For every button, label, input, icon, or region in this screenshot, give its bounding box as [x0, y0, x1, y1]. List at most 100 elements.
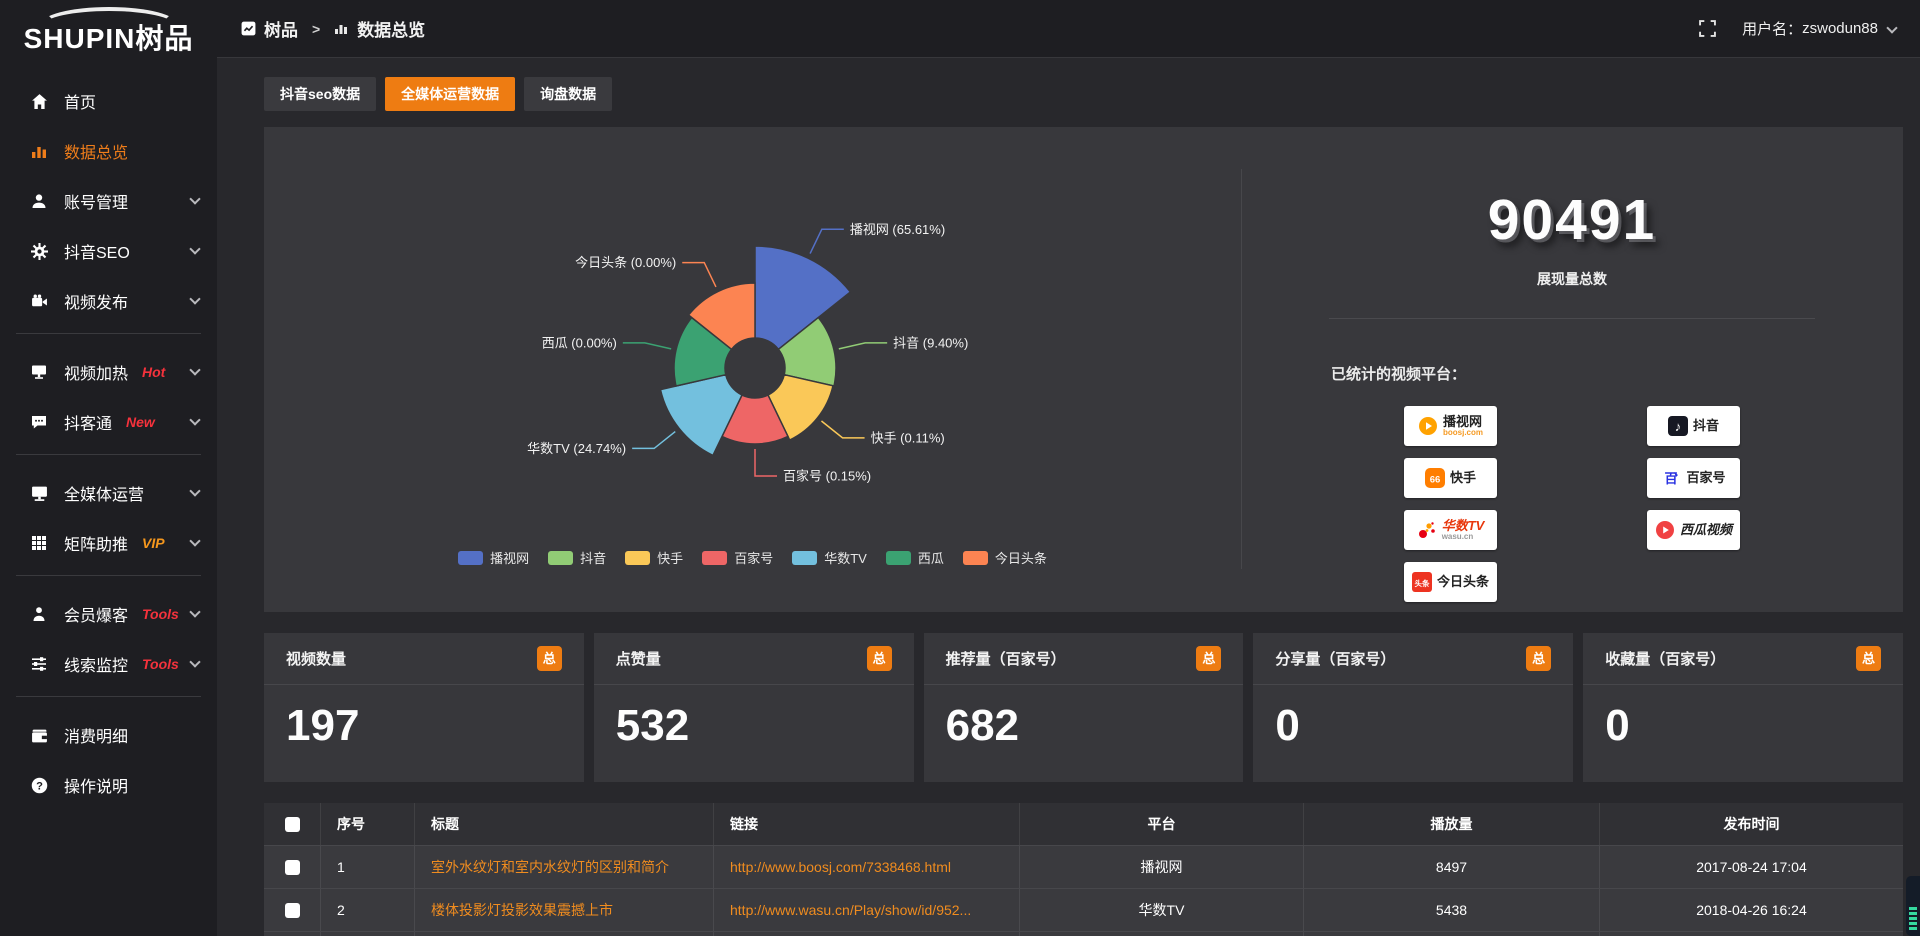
sidebar-item-video-publish[interactable]: 视频发布 [0, 279, 217, 323]
toutiao-icon: 头条 [1412, 572, 1432, 592]
stat-card-recommend: 推荐量（百家号）总 682 [924, 633, 1244, 782]
tab-omnimedia-data[interactable]: 全媒体运营数据 [385, 77, 515, 111]
tab-inquiry-data[interactable]: 询盘数据 [524, 77, 612, 111]
legend-swatch [625, 551, 650, 565]
pie-sector-华数TV[interactable] [660, 375, 742, 456]
row-checkbox[interactable] [285, 903, 300, 918]
legend-swatch [548, 551, 573, 565]
stat-cards-row: 视频数量总 197 点赞量总 532 推荐量（百家号）总 682 分享量（百家号… [264, 633, 1903, 782]
gear-icon [30, 242, 48, 260]
pie-label-line [632, 432, 675, 449]
row-platform: 华数TV [1020, 889, 1304, 931]
pie-label-line [821, 421, 864, 438]
fullscreen-icon[interactable] [1699, 20, 1716, 37]
legend-label: 百家号 [734, 548, 773, 567]
select-all-checkbox[interactable] [285, 817, 300, 832]
legend-item-快手[interactable]: 快手 [625, 548, 683, 567]
sidebar-item-spend-detail[interactable]: 消费明细 [0, 713, 217, 757]
xigua-icon [1655, 520, 1675, 540]
logo-text: SHUPIN树品 [0, 17, 217, 57]
video-title-link[interactable]: 楼体投影灯投影效果震撼上市 [415, 889, 714, 931]
sidebar-item-matrix-boost[interactable]: 矩阵助推 VIP [0, 521, 217, 565]
platform-badge-wasu: 华数TVwasu.cn [1404, 510, 1497, 550]
sidebar-item-label: 会员爆客 [64, 602, 128, 626]
sidebar-item-data-overview[interactable]: 数据总览 [0, 129, 217, 173]
pie-label: 西瓜 (0.00%) [542, 335, 617, 350]
legend-item-百家号[interactable]: 百家号 [702, 548, 773, 567]
pie-label-line [682, 263, 716, 287]
stat-value: 0 [1253, 685, 1573, 751]
legend-item-抖音[interactable]: 抖音 [548, 548, 606, 567]
chat-widget[interactable] [1906, 876, 1920, 936]
row-platform: 播视网 [1020, 846, 1304, 888]
legend-item-西瓜[interactable]: 西瓜 [886, 548, 944, 567]
home-icon [30, 92, 48, 110]
legend-item-播视网[interactable]: 播视网 [458, 548, 529, 567]
legend-swatch [458, 551, 483, 565]
legend-label: 今日头条 [995, 548, 1047, 567]
sidebar-item-member-baoke[interactable]: 会员爆客 Tools [0, 592, 217, 636]
col-header-time: 发布时间 [1600, 803, 1903, 845]
sidebar-item-label: 矩阵助推 [64, 531, 128, 555]
grid-icon [30, 534, 48, 552]
stat-card-shares: 分享量（百家号）总 0 [1253, 633, 1573, 782]
boosj-icon [1418, 416, 1438, 436]
stat-value: 0 [1583, 685, 1903, 751]
impressions-total-value: 90491 [1241, 187, 1903, 253]
chart-legend: 播视网抖音 快手 百家号华数TV 西瓜 今日头条 [264, 548, 1241, 567]
sidebar-item-doketong[interactable]: 抖客通 New [0, 400, 217, 444]
sidebar-divider [16, 696, 201, 697]
sidebar-item-omnimedia[interactable]: 全媒体运营 [0, 471, 217, 515]
topbar: 树品 > 数据总览 用户名： zswodun88 [217, 0, 1920, 58]
row-plays: 5438 [1304, 889, 1600, 931]
legend-item-华数TV[interactable]: 华数TV [792, 548, 867, 567]
svg-text:♪: ♪ [1675, 419, 1682, 434]
sidebar-item-label: 操作说明 [64, 773, 128, 797]
video-url-link[interactable]: http://www.boosj.com/7338468.html [714, 846, 1020, 888]
breadcrumb-current[interactable]: 数据总览 [357, 16, 425, 41]
pie-label: 华数TV (24.74%) [527, 441, 626, 456]
sidebar-item-label: 数据总览 [64, 139, 128, 163]
sidebar-item-video-heat[interactable]: 视频加热 Hot [0, 350, 217, 394]
breadcrumb-home[interactable]: 树品 [264, 16, 298, 41]
impressions-total-label: 展现量总数 [1241, 269, 1903, 289]
sidebar-item-douyin-seo[interactable]: 抖音SEO [0, 229, 217, 273]
sidebar-item-lead-monitor[interactable]: 线索监控 Tools [0, 642, 217, 686]
legend-label: 快手 [657, 548, 683, 567]
platform-badge-xigua: 西瓜视频 [1647, 510, 1740, 550]
total-badge: 总 [1196, 646, 1221, 671]
person-icon [30, 605, 48, 623]
stat-value: 682 [924, 685, 1244, 751]
table-row: 1 室外水纹灯和室内水纹灯的区别和简介 http://www.boosj.com… [264, 846, 1903, 889]
chat-bubble-icon [30, 413, 48, 431]
total-badge: 总 [867, 646, 892, 671]
sidebar-divider [16, 575, 201, 576]
pie-label-line [623, 343, 671, 349]
video-title-link[interactable]: 室外水纹灯和室内水纹灯的区别和简介 [415, 846, 714, 888]
col-header-plays: 播放量 [1304, 803, 1600, 845]
row-checkbox[interactable] [285, 860, 300, 875]
sidebar-item-label: 视频发布 [64, 289, 128, 313]
app-icon [241, 21, 256, 36]
table-header-row: 序号 标题 链接 平台 播放量 发布时间 [264, 803, 1903, 846]
legend-label: 播视网 [490, 548, 529, 567]
tab-douyin-seo-data[interactable]: 抖音seo数据 [264, 77, 376, 111]
rose-pie-chart: 播视网 (65.61%)抖音 (9.40%)快手 (0.11%)百家号 (0.1… [264, 127, 1241, 612]
tools-badge: Tools [142, 606, 179, 622]
sidebar-item-label: 首页 [64, 89, 96, 113]
sidebar-divider [16, 333, 201, 334]
pie-label-line [810, 229, 844, 253]
user-menu[interactable]: 用户名： zswodun88 [1742, 18, 1896, 39]
chevron-down-icon [189, 243, 200, 254]
stat-card-video-count: 视频数量总 197 [264, 633, 584, 782]
sidebar-item-home[interactable]: 首页 [0, 79, 217, 123]
summary-divider [1329, 318, 1815, 319]
video-url-link[interactable]: http://www.wasu.cn/Play/show/id/952... [714, 889, 1020, 931]
total-badge: 总 [537, 646, 562, 671]
sidebar-item-help[interactable]: ? 操作说明 [0, 763, 217, 807]
chevron-down-icon [189, 656, 200, 667]
sidebar-item-account[interactable]: 账号管理 [0, 179, 217, 223]
chevron-down-icon [189, 485, 200, 496]
svg-text:66: 66 [1430, 475, 1441, 486]
legend-item-今日头条[interactable]: 今日头条 [963, 548, 1047, 567]
